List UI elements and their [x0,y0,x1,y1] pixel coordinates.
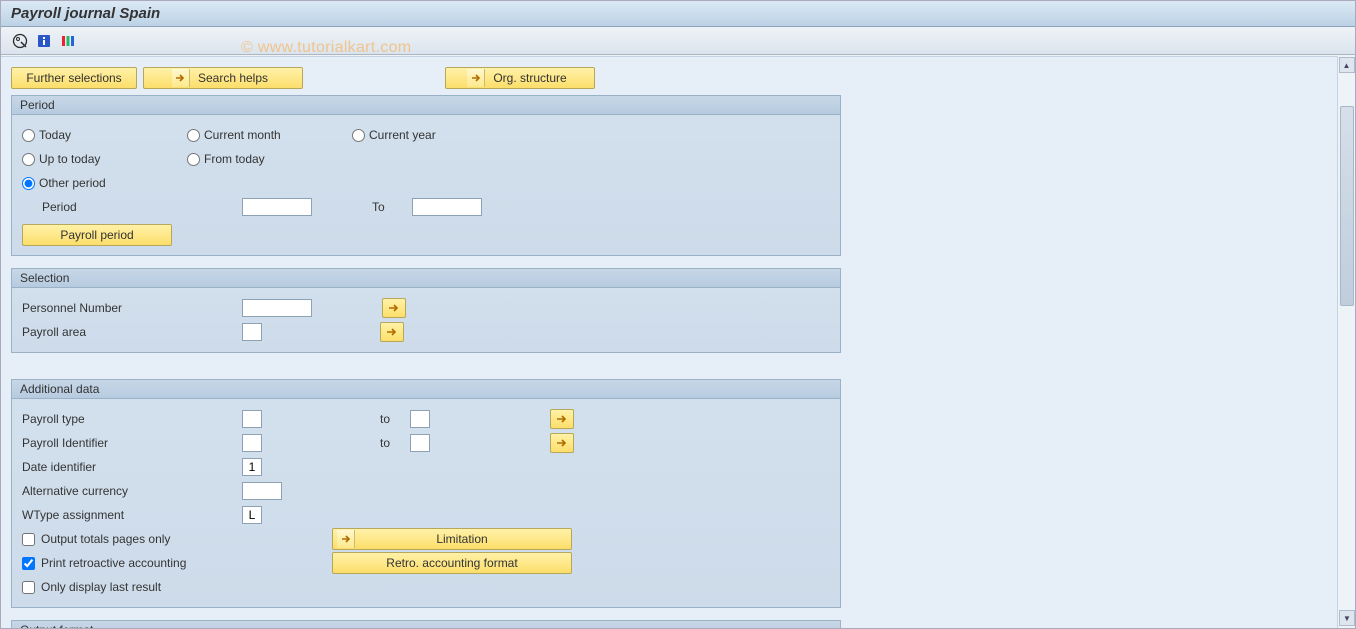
group-legend: Selection [12,269,840,288]
alternative-currency-input[interactable] [242,482,282,500]
payroll-identifier-from-input[interactable] [242,434,262,452]
wtype-label: WType assignment [22,508,242,522]
group-legend: Period [12,96,840,115]
payroll-area-input[interactable] [242,323,262,341]
payroll-type-label: Payroll type [22,412,242,426]
output-totals-checkbox[interactable]: Output totals pages only [22,527,332,551]
date-identifier-input[interactable] [242,458,262,476]
app-toolbar [1,27,1355,55]
multiple-selection-button[interactable] [550,433,574,453]
checkbox-label: Only display last result [41,580,161,594]
further-selections-button[interactable]: Further selections [11,67,137,89]
retro-format-button[interactable]: Retro. accounting format [332,552,572,574]
content-area: Further selections Search helps Org. str… [1,56,1337,628]
multiple-selection-button[interactable] [382,298,406,318]
radio-label: Up to today [39,152,100,166]
search-helps-button[interactable]: Search helps [143,67,303,89]
personnel-number-input[interactable] [242,299,312,317]
radio-label: Other period [39,176,106,190]
group-legend: Additional data [12,380,840,399]
personnel-number-label: Personnel Number [22,301,242,315]
radio-label: From today [204,152,265,166]
alternative-currency-label: Alternative currency [22,484,242,498]
radio-label: Today [39,128,71,142]
app-window: Payroll journal Spain © www.tutorialk [0,0,1356,629]
button-label: Further selections [26,71,121,85]
radio-current-year[interactable]: Current year [352,128,517,142]
button-label: Limitation [363,532,561,546]
period-label: Period [22,200,242,214]
radio-today[interactable]: Today [22,128,187,142]
top-button-row: Further selections Search helps Org. str… [11,67,1327,89]
radio-current-month[interactable]: Current month [187,128,352,142]
to-label: to [380,412,410,426]
payroll-identifier-to-input[interactable] [410,434,430,452]
arrow-right-icon [337,530,355,548]
arrow-right-icon [172,69,190,87]
radio-other-period[interactable]: Other period [22,176,187,190]
radio-up-to-today[interactable]: Up to today [22,152,187,166]
button-label: Org. structure [493,71,566,85]
button-label: Payroll period [60,228,133,242]
limitation-button[interactable]: Limitation [332,528,572,550]
date-identifier-label: Date identifier [22,460,242,474]
checkbox-label: Print retroactive accounting [41,556,186,570]
period-to-input[interactable] [412,198,482,216]
vertical-scrollbar[interactable]: ▲ ▼ [1337,56,1355,628]
arrow-right-icon [467,69,485,87]
payroll-type-to-input[interactable] [410,410,430,428]
only-last-checkbox[interactable]: Only display last result [22,575,161,599]
radio-from-today[interactable]: From today [187,152,352,166]
print-retro-checkbox[interactable]: Print retroactive accounting [22,551,332,575]
button-label: Search helps [198,71,268,85]
to-label: To [372,200,412,214]
to-label: to [380,436,410,450]
payroll-area-label: Payroll area [22,325,242,339]
page-title: Payroll journal Spain [1,1,1355,27]
payroll-period-button[interactable]: Payroll period [22,224,172,246]
button-label: Retro. accounting format [386,556,517,570]
group-legend: Output format [12,621,840,628]
info-icon[interactable] [35,32,53,50]
period-from-input[interactable] [242,198,312,216]
multiple-selection-button[interactable] [550,409,574,429]
checkbox-label: Output totals pages only [41,532,170,546]
selection-group: Selection Personnel Number Payroll area [11,268,841,353]
payroll-identifier-label: Payroll Identifier [22,436,242,450]
scroll-down-icon[interactable]: ▼ [1339,610,1355,626]
scroll-up-icon[interactable]: ▲ [1339,57,1355,73]
radio-label: Current year [369,128,436,142]
additional-data-group: Additional data Payroll type to Payroll … [11,379,841,608]
org-structure-button[interactable]: Org. structure [445,67,595,89]
scroll-thumb[interactable] [1340,106,1354,306]
multiple-selection-button[interactable] [380,322,404,342]
radio-label: Current month [204,128,281,142]
period-group: Period Today Current month Current year [11,95,841,256]
variant-icon[interactable] [59,32,77,50]
output-format-group: Output format Page header [11,620,841,628]
execute-icon[interactable] [11,32,29,50]
payroll-type-from-input[interactable] [242,410,262,428]
wtype-input[interactable] [242,506,262,524]
